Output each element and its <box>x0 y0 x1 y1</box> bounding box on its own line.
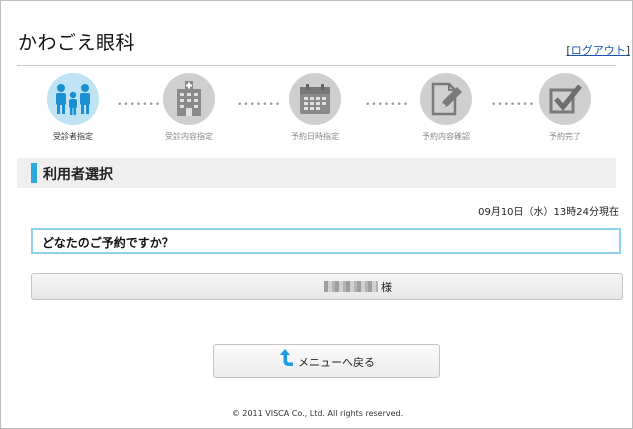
step-label: 予約完了 <box>549 132 581 141</box>
checkbox-icon <box>539 73 591 125</box>
step-confirm: 予約内容確認 <box>406 73 486 142</box>
step-complete: 予約完了 <box>525 73 605 142</box>
header-divider <box>17 65 616 66</box>
page-frame: かわごえ眼科 [ログアウト] 受診者指定 ••••••• 受診内容指定 ••••… <box>0 0 633 429</box>
step-label: 受診者指定 <box>53 132 93 141</box>
step-datetime: 予約日時指定 <box>275 73 355 142</box>
back-to-menu-button[interactable]: メニューへ戻る <box>213 344 440 378</box>
back-to-menu-label[interactable]: メニューへ戻る <box>298 354 375 370</box>
select-user-button[interactable]: 様 <box>31 273 623 300</box>
hospital-icon <box>163 73 215 125</box>
calendar-icon <box>289 73 341 125</box>
page-title: かわごえ眼科 <box>18 32 136 54</box>
question-text: どなたのご予約ですか？ <box>42 236 174 250</box>
step-connector: ••••••• <box>365 100 410 110</box>
user-honorific: 様 <box>381 281 392 294</box>
step-label: 予約日時指定 <box>291 132 339 141</box>
edit-document-icon <box>420 73 472 125</box>
logout-label[interactable]: ログアウト <box>571 44 626 57</box>
step-label: 受診内容指定 <box>165 132 213 141</box>
section-title: 利用者選択 <box>43 167 113 183</box>
section-accent-bar <box>31 163 37 183</box>
progress-steps: 受診者指定 ••••••• 受診内容指定 ••••••• 予約日時指定 ••••… <box>1 73 633 143</box>
return-arrow-icon <box>280 349 294 371</box>
family-icon <box>47 73 99 125</box>
step-recipient: 受診者指定 <box>33 73 113 142</box>
current-datetime: 09月10日（水）13時24分現在 <box>478 207 619 218</box>
step-label: 予約内容確認 <box>422 132 470 141</box>
step-treatment: 受診内容指定 <box>149 73 229 142</box>
question-box: どなたのご予約ですか？ <box>31 228 621 254</box>
footer-copyright: © 2011 VISCA Co., Ltd. All rights reserv… <box>231 409 404 418</box>
section-header: 利用者選択 <box>17 158 616 188</box>
logout-link[interactable]: [ログアウト] <box>566 42 630 58</box>
redacted-user-name <box>324 281 378 292</box>
